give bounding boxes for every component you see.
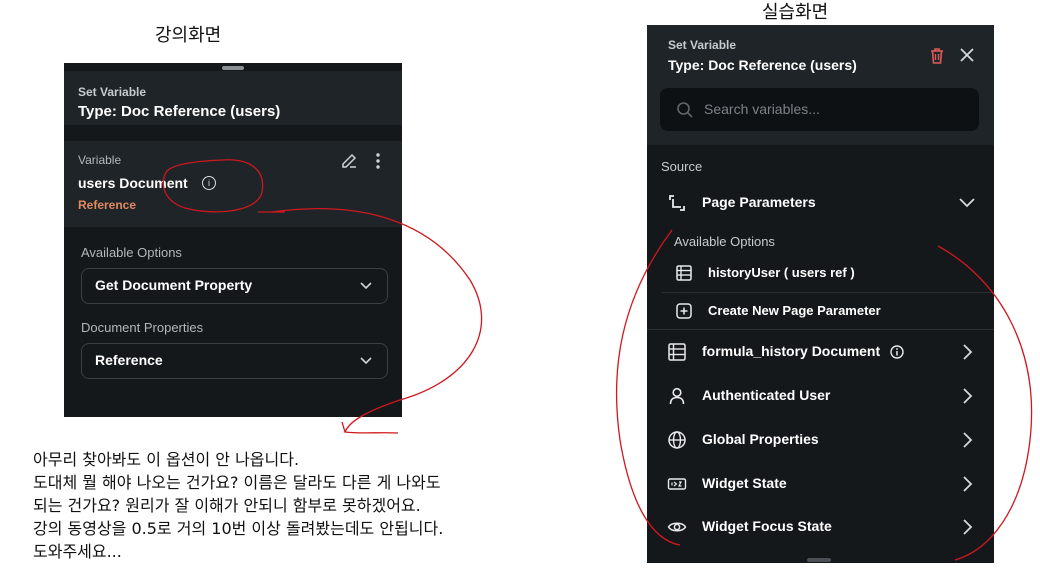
source-formula-history-document[interactable]: formula_history Document	[647, 330, 994, 374]
eye-icon	[667, 522, 687, 532]
create-page-parameter-button[interactable]: Create New Page Parameter	[662, 292, 992, 330]
edit-icon[interactable]	[339, 151, 359, 171]
variable-type: Type: Doc Reference (users)	[78, 103, 281, 120]
table-icon	[668, 343, 686, 361]
source-label: Widget Focus State	[702, 518, 832, 534]
variable-subtype: Reference	[78, 198, 137, 212]
lecture-screen-caption: 강의화면	[155, 25, 222, 46]
question-line: 되는 건가요? 원리가 잘 이해가 안되니 함부로 못하겠어요.	[33, 496, 421, 515]
source-label: Authenticated User	[702, 387, 831, 403]
table-icon	[676, 265, 692, 281]
source-widget-focus-state[interactable]: Widget Focus State	[647, 505, 994, 549]
panel-title: Set Variable	[668, 38, 737, 52]
bracket-frame-icon	[669, 195, 685, 211]
available-options-label: Available Options	[674, 234, 775, 249]
chevron-right-icon	[963, 344, 973, 360]
chevron-down-icon	[959, 198, 975, 208]
dropdown-value: Get Document Property	[95, 277, 253, 293]
variable-card[interactable]: Variable users Document i Reference	[64, 141, 402, 227]
source-label: Global Properties	[702, 431, 819, 447]
chevron-down-icon	[360, 357, 372, 365]
source-page-parameters[interactable]: Page Parameters	[647, 181, 994, 225]
question-text: 아무리 찾아봐도 이 옵션이 안 나옵니다. 도대체 뭘 해야 나오는 건가요?…	[33, 448, 593, 563]
scroll-indicator	[807, 558, 831, 562]
page-parameter-item[interactable]: historyUser ( users ref )	[662, 255, 992, 292]
source-label: Widget State	[702, 475, 787, 491]
info-icon[interactable]: i	[202, 176, 216, 190]
chevron-right-icon	[963, 476, 973, 492]
practice-screen-caption: 실습화면	[762, 2, 829, 23]
question-line: 강의 동영상을 0.5로 거의 10번 이상 돌려봤는데도 안됩니다.	[33, 519, 444, 538]
document-properties-dropdown[interactable]: Reference	[81, 343, 388, 379]
search-placeholder: Search variables...	[704, 101, 820, 117]
variable-name: users Document	[78, 175, 188, 191]
variable-type: Type: Doc Reference (users)	[668, 57, 857, 73]
available-options-dropdown[interactable]: Get Document Property	[81, 268, 388, 304]
annotation-arrow-tip	[341, 421, 346, 433]
chevron-right-icon	[963, 432, 973, 448]
lecture-set-variable-panel: Set Variable Type: Doc Reference (users)…	[64, 63, 402, 417]
panel-title: Set Variable	[78, 85, 147, 99]
source-label: Source	[661, 159, 703, 174]
source-widget-state[interactable]: Widget State	[647, 462, 994, 506]
source-label: formula_history Document	[702, 343, 881, 359]
person-icon	[669, 387, 685, 405]
chevron-down-icon	[360, 282, 372, 290]
widget-state-icon	[667, 478, 687, 490]
create-page-parameter-label: Create New Page Parameter	[708, 303, 881, 318]
more-vert-icon[interactable]	[374, 151, 382, 171]
source-global-properties[interactable]: Global Properties	[647, 418, 994, 462]
search-input[interactable]: Search variables...	[660, 88, 979, 131]
panel-header: Set Variable Type: Doc Reference (users)	[64, 71, 402, 125]
close-icon[interactable]	[959, 47, 975, 63]
question-line: 도대체 뭘 해야 나오는 건가요? 이름은 달라도 다른 게 나와도	[33, 473, 441, 492]
dropdown-value: Reference	[95, 352, 163, 368]
document-properties-label: Document Properties	[81, 320, 204, 335]
info-icon[interactable]	[890, 345, 904, 359]
variable-label: Variable	[78, 153, 122, 167]
search-icon	[677, 102, 693, 118]
page-parameter-label: historyUser ( users ref )	[708, 265, 855, 280]
drag-handle[interactable]	[222, 66, 244, 70]
source-label: Page Parameters	[702, 194, 816, 210]
trash-icon[interactable]	[928, 47, 946, 65]
chevron-right-icon	[963, 519, 973, 535]
question-line: 도와주세요...	[33, 542, 122, 561]
source-authenticated-user[interactable]: Authenticated User	[647, 374, 994, 418]
plus-square-icon	[676, 303, 692, 319]
globe-icon	[668, 431, 686, 449]
question-line: 아무리 찾아봐도 이 옵션이 안 나옵니다.	[33, 450, 300, 469]
panel-header: Set Variable Type: Doc Reference (users)…	[647, 25, 994, 145]
practice-set-variable-panel: Set Variable Type: Doc Reference (users)…	[647, 25, 994, 563]
available-options-label: Available Options	[81, 245, 182, 260]
chevron-right-icon	[963, 388, 973, 404]
